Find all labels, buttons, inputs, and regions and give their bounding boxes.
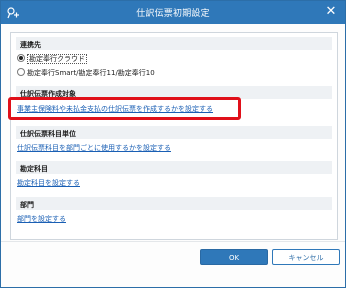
section-renkeisaki: 連携先 — [16, 37, 332, 50]
cancel-button[interactable]: キャンセル — [272, 249, 340, 265]
radio-unselected-icon[interactable] — [17, 68, 25, 76]
section-heading: 勘定科目 — [16, 161, 332, 174]
dialog-window: 仕訳伝票初期設定 ✕ 連携先 勘定奉行クラウド 勘定奉行Smart/勘定奉行11… — [0, 0, 346, 288]
section-heading: 部門 — [16, 197, 332, 210]
section-heading: 仕訳伝票科目単位 — [16, 126, 332, 139]
radio-option-cloud[interactable]: 勘定奉行クラウド — [17, 54, 87, 64]
section-kanjo: 勘定科目 — [16, 161, 332, 174]
radio-selected-icon[interactable] — [17, 54, 25, 62]
radio-label: 勘定奉行Smart/勘定奉行11/勘定奉行10 — [27, 69, 155, 77]
radio-option-smart[interactable]: 勘定奉行Smart/勘定奉行11/勘定奉行10 — [17, 68, 155, 78]
section-bumon: 部門 — [16, 197, 332, 210]
section-heading: 連携先 — [16, 37, 332, 50]
title-bar: 仕訳伝票初期設定 ✕ — [1, 1, 345, 24]
kanjo-settings-link[interactable]: 勘定科目を設定する — [17, 178, 80, 188]
kamoku-tani-settings-link[interactable]: 仕訳伝票科目を部門ごとに使用するかを設定する — [17, 143, 171, 153]
highlight-box — [8, 97, 241, 120]
footer-divider — [1, 241, 345, 242]
ok-button[interactable]: OK — [200, 249, 268, 265]
close-icon[interactable]: ✕ — [323, 4, 339, 20]
section-kamoku-tani: 仕訳伝票科目単位 — [16, 126, 332, 139]
window-title: 仕訳伝票初期設定 — [136, 9, 210, 19]
bumon-settings-link[interactable]: 部門を設定する — [17, 214, 66, 224]
radio-label: 勘定奉行クラウド — [27, 54, 87, 64]
settings-panel: 連携先 勘定奉行クラウド 勘定奉行Smart/勘定奉行11/勘定奉行10 仕訳伝… — [10, 32, 338, 240]
